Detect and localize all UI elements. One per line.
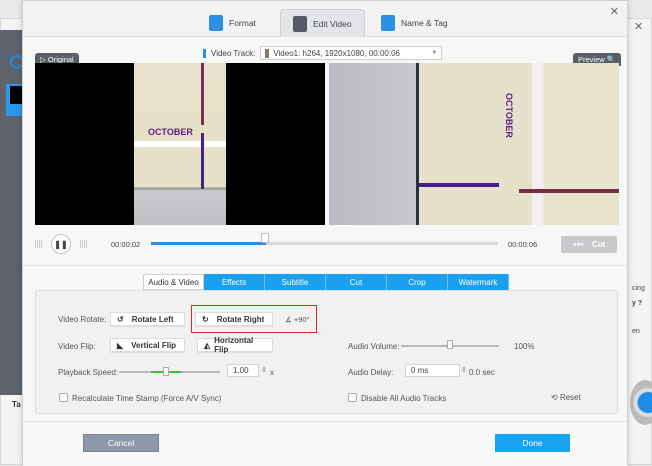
background-thumbnail xyxy=(10,86,22,104)
video-rotate-label: Video Rotate: xyxy=(58,315,107,324)
edit-video-icon xyxy=(293,15,307,32)
spinner-icon[interactable]: ⇕ xyxy=(261,366,267,374)
disable-audio-label: Disable All Audio Tracks xyxy=(361,394,447,403)
background-text: cing xyxy=(632,285,645,292)
cancel-button[interactable]: Cancel xyxy=(83,434,159,452)
subtab-cut[interactable]: Cut xyxy=(326,274,387,290)
video-file-icon xyxy=(265,48,270,58)
subtab-audio-video[interactable]: Audio & Video xyxy=(143,274,204,290)
recalculate-label: Recalculate Time Stamp (Force A/V Sync) xyxy=(72,394,222,403)
video-track-select[interactable]: Video1: h264, 1920x1080, 00:00:06 ▼ xyxy=(260,46,443,60)
video-track-icon xyxy=(203,48,206,58)
video-flip-label: Video Flip: xyxy=(58,342,96,351)
vertical-flip-icon: ◣ xyxy=(117,340,124,350)
audio-volume-label: Audio Volume: xyxy=(348,342,400,351)
background-text: en xyxy=(632,328,640,335)
chevron-down-icon: ▼ xyxy=(431,50,438,56)
subtab-crop[interactable]: Crop xyxy=(387,274,448,290)
edit-subtabs: Audio & Video Effects Subtitle Cut Crop … xyxy=(143,274,509,290)
audio-delay-seconds: 0.0 sec xyxy=(469,368,495,377)
highlight-box xyxy=(191,305,317,333)
seek-progress xyxy=(151,242,266,245)
playback-speed-value: 1.00 xyxy=(233,366,249,375)
preview-video-frame: OCTOBER xyxy=(329,63,619,225)
pause-button[interactable]: ❚❚ xyxy=(51,234,71,254)
video-track-value: Video1: h264, 1920x1080, 00:00:06 xyxy=(273,48,400,58)
next-frame-icon[interactable] xyxy=(80,240,88,248)
speed-unit: x xyxy=(270,368,274,377)
cut-label: Cut xyxy=(592,240,606,249)
recalculate-checkbox[interactable] xyxy=(59,393,68,402)
background-close-icon[interactable]: ✕ xyxy=(634,20,643,33)
audio-delay-label: Audio Delay: xyxy=(348,368,394,377)
background-convert-button xyxy=(630,380,652,425)
reset-button[interactable]: ⟲ Reset xyxy=(551,393,581,402)
subtab-watermark[interactable]: Watermark xyxy=(448,274,509,290)
seek-handle[interactable] xyxy=(261,233,269,243)
close-icon[interactable]: ✕ xyxy=(610,5,619,18)
name-tag-icon xyxy=(381,15,395,31)
horizontal-flip-icon: ◭ xyxy=(204,340,211,350)
tab-label: Edit Video xyxy=(313,18,352,29)
playback-speed-handle[interactable] xyxy=(163,367,169,376)
rotate-left-button[interactable]: ↺ Rotate Left xyxy=(110,312,185,326)
subtab-effects[interactable]: Effects xyxy=(204,274,265,290)
reset-label: Reset xyxy=(559,393,581,402)
tab-format[interactable]: Format xyxy=(209,9,256,37)
vertical-flip-label: Vertical Flip xyxy=(131,340,177,350)
divider xyxy=(23,265,627,266)
horizontal-flip-label: Horizontal Flip xyxy=(214,336,254,354)
audio-volume-value: 100% xyxy=(514,342,535,351)
audio-delay-input[interactable]: 0 ms xyxy=(405,364,460,377)
disable-audio-checkbox[interactable] xyxy=(348,393,357,402)
format-icon xyxy=(209,15,223,31)
background-tab-label: Ta xyxy=(12,400,21,409)
subtab-subtitle[interactable]: Subtitle xyxy=(265,274,326,290)
rotate-left-label: Rotate Left xyxy=(131,314,174,324)
video-thumbnail: OCTOBER xyxy=(134,63,226,225)
audio-volume-handle[interactable] xyxy=(447,340,453,349)
background-text: y ? xyxy=(632,300,643,307)
tab-label: Name & Tag xyxy=(401,18,448,28)
spinner-icon[interactable]: ⇕ xyxy=(461,366,467,374)
rotate-left-icon: ↺ xyxy=(117,314,124,324)
scissors-icon: +✂ xyxy=(572,240,585,249)
tab-name-tag[interactable]: Name & Tag xyxy=(381,9,448,37)
tab-edit-video[interactable]: Edit Video xyxy=(280,9,365,37)
done-button[interactable]: Done xyxy=(495,434,570,452)
current-time: 00:00:02 xyxy=(111,240,141,249)
edit-video-dialog: Format Edit Video Name & Tag ✕ Video Tra… xyxy=(22,0,628,466)
total-time: 00:00:06 xyxy=(508,240,538,249)
video-track-row: Video Track: Video1: h264, 1920x1080, 00… xyxy=(203,46,443,60)
horizontal-flip-button[interactable]: ◭ Horizontal Flip xyxy=(197,336,273,354)
vertical-flip-button[interactable]: ◣ Vertical Flip xyxy=(110,338,185,352)
video-track-label: Video Track: xyxy=(211,48,256,58)
playback-speed-input[interactable]: 1.00 xyxy=(227,364,259,377)
original-video-frame: OCTOBER xyxy=(35,63,325,225)
cut-button[interactable]: +✂ Cut xyxy=(561,236,617,253)
tab-label: Format xyxy=(229,18,256,28)
playback-speed-label: Playback Speed: xyxy=(58,368,119,377)
audio-delay-value: 0 ms xyxy=(411,366,429,375)
reset-icon: ⟲ xyxy=(551,393,560,402)
prev-frame-icon[interactable] xyxy=(35,240,43,248)
